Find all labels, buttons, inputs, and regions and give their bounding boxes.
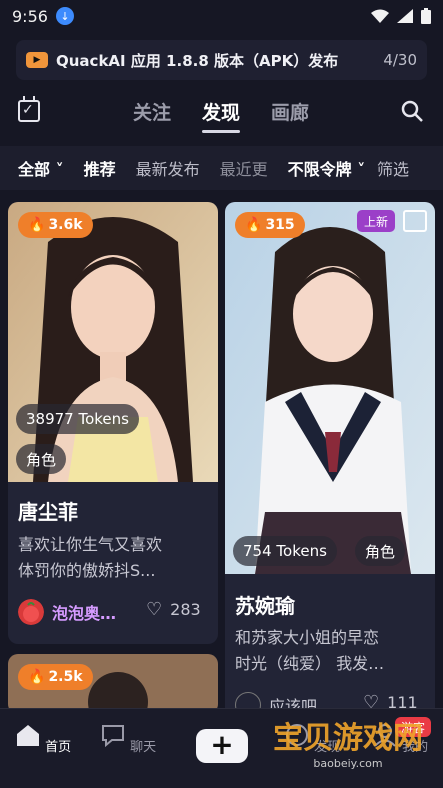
filter-all[interactable]: 全部 ˅	[18, 156, 64, 180]
card-author[interactable]: 泡泡奥…	[18, 599, 116, 625]
home-icon	[16, 725, 39, 746]
nav-home[interactable]: 首页	[13, 723, 73, 755]
card-title: 唐尘菲	[18, 500, 78, 524]
hot-badge: 🔥 315	[235, 212, 305, 238]
type-tag: 角色	[16, 444, 67, 474]
like-count: 283	[170, 600, 201, 619]
token-count: 754 Tokens	[233, 536, 337, 566]
nav-chat[interactable]: 聊天	[98, 723, 158, 755]
type-tag: 角色	[355, 536, 406, 566]
filter-recent[interactable]: 最近更	[220, 156, 268, 180]
fire-icon: 🔥	[245, 217, 263, 233]
download-icon: ↓	[55, 7, 74, 25]
wifi-icon	[371, 9, 389, 23]
avatar	[18, 599, 44, 625]
top-tabs: 关注 发现 画廊	[0, 90, 443, 136]
tab-following[interactable]: 关注	[133, 98, 171, 125]
fire-icon: 🔥	[28, 669, 46, 685]
announcement-text: QuackAI 应用 1.8.8 版本（APK）发布	[56, 51, 339, 70]
character-image	[225, 202, 435, 574]
filter-bar: 全部 ˅ 推荐 最新发布 最近更 不限令牌 ˅ 筛选	[0, 146, 443, 190]
status-time: 9:56	[12, 6, 48, 26]
character-card[interactable]: 🔥 3.6k 38977 Tokens 角色 唐尘菲 喜欢让你生气又喜欢 体罚你的…	[8, 202, 218, 644]
status-bar: 9:56 ↓	[0, 0, 443, 32]
signal-icon	[397, 9, 413, 23]
character-card[interactable]: 🔥 315 上新 754 Tokens 角色 苏婉瑜 和苏家大小姐的早恋 时光（纯…	[225, 202, 435, 722]
status-icons	[371, 8, 431, 24]
nav-chat-label: 聊天	[130, 740, 157, 755]
fire-icon: 🔥	[28, 217, 46, 233]
hot-badge: 🔥 3.6k	[18, 212, 93, 238]
tab-discover[interactable]: 发现	[202, 98, 240, 125]
like-button[interactable]: ♡ 283	[146, 599, 201, 620]
character-card[interactable]: 🔥 2.5k	[8, 654, 218, 714]
card-title: 苏婉瑜	[235, 594, 295, 618]
card-desc-line2: 体罚你的傲娇抖S...	[18, 561, 156, 580]
bottom-navigation: 首页 聊天 + 发现 我的 游客 宝贝游戏网 baobeiy.com	[0, 708, 443, 788]
search-icon[interactable]	[401, 100, 423, 122]
new-badge: 上新	[356, 210, 395, 232]
calendar-check-icon[interactable]	[18, 96, 40, 122]
filter-screen[interactable]: 筛选	[377, 156, 409, 180]
card-desc-line1: 喜欢让你生气又喜欢	[18, 535, 163, 554]
token-count: 38977 Tokens	[16, 404, 139, 434]
card-desc-line2: 时光（纯爱） 我发…	[235, 654, 385, 673]
chat-icon	[101, 725, 124, 748]
active-tab-indicator	[202, 130, 240, 133]
heart-icon: ♡	[146, 599, 163, 620]
tab-gallery[interactable]: 画廊	[271, 98, 309, 125]
character-image	[8, 202, 218, 482]
hot-badge: 🔥 2.5k	[18, 664, 93, 690]
battery-icon	[421, 8, 431, 24]
watermark-logo: 宝贝游戏网 baobeiy.com	[273, 721, 423, 770]
announcement-counter: 4/30	[383, 51, 417, 69]
filter-token[interactable]: 不限令牌 ˅	[288, 156, 366, 180]
author-name: 泡泡奥…	[52, 604, 117, 623]
filter-latest[interactable]: 最新发布	[136, 156, 200, 180]
filter-recommended[interactable]: 推荐	[84, 156, 116, 180]
image-gallery-icon[interactable]	[403, 210, 427, 232]
card-desc-line1: 和苏家大小姐的早恋	[235, 628, 380, 647]
nav-home-label: 首页	[45, 740, 72, 755]
create-button[interactable]: +	[196, 729, 248, 763]
quackai-logo-icon: ▶	[26, 52, 48, 68]
announcement-bar[interactable]: ▶ QuackAI 应用 1.8.8 版本（APK）发布 4/30	[16, 40, 427, 80]
